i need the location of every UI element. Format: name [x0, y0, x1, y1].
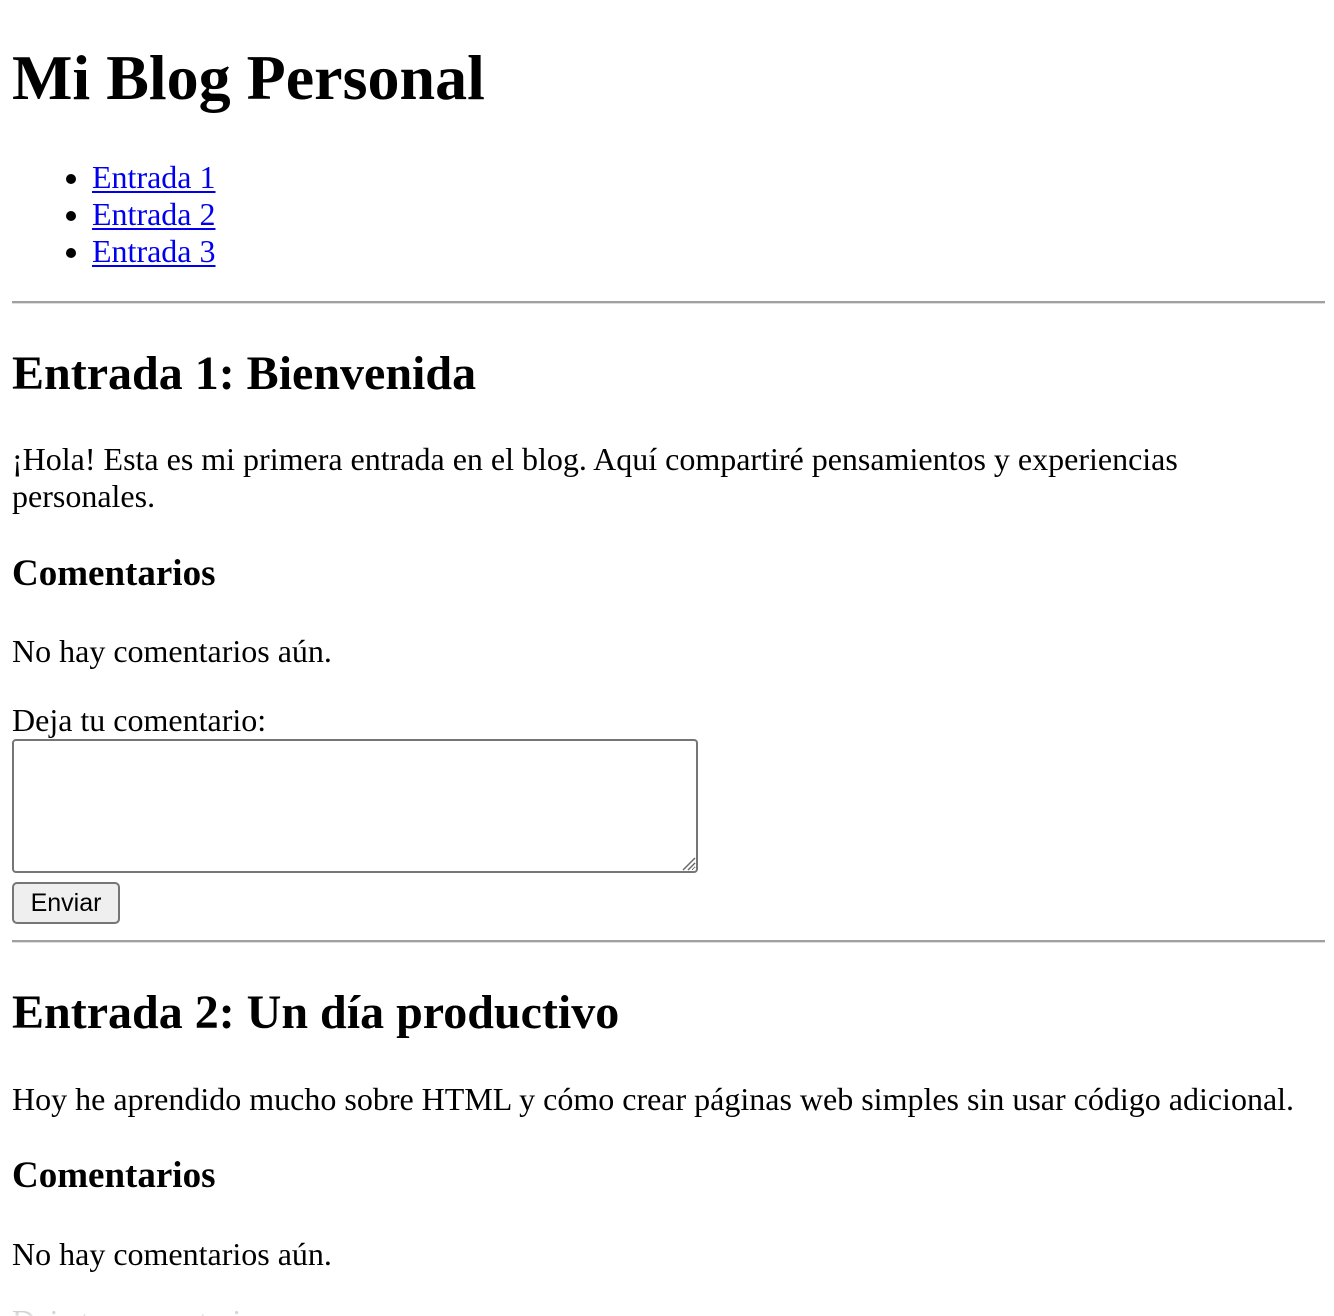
blog-page: Mi Blog Personal Entrada 1 Entrada 2 Ent…: [0, 0, 1334, 1316]
comment-textarea[interactable]: [12, 739, 698, 873]
no-comments-text: No hay comentarios aún.: [12, 1236, 332, 1272]
nav-item: Entrada 2: [92, 196, 216, 233]
nav-link-entrada-1[interactable]: Entrada 1: [92, 159, 216, 195]
no-comments-text: No hay comentarios aún.: [12, 633, 332, 669]
comments-title: Comentarios: [12, 553, 216, 594]
section-divider: [12, 940, 1325, 943]
comment-label: Deja tu comentario:: [12, 1303, 266, 1316]
site-title: Mi Blog Personal: [12, 42, 485, 113]
section-divider: [12, 301, 1325, 304]
entry-text: ¡Hola! Esta es mi primera entrada en el …: [12, 441, 1178, 514]
nav-item: Entrada 3: [92, 233, 216, 270]
entry-nav-list: Entrada 1 Entrada 2 Entrada 3: [0, 159, 216, 270]
comment-label: Deja tu comentario:: [12, 702, 267, 738]
entry-text: Hoy he aprendido mucho sobre HTML y cómo…: [12, 1081, 1295, 1117]
comments-title: Comentarios: [12, 1155, 216, 1196]
submit-comment-button[interactable]: Enviar: [12, 882, 120, 924]
nav-link-entrada-3[interactable]: Entrada 3: [92, 233, 216, 269]
entry-title: Entrada 1: Bienvenida: [12, 347, 477, 400]
nav-link-entrada-2[interactable]: Entrada 2: [92, 196, 216, 232]
entry-title: Entrada 2: Un día productivo: [12, 986, 620, 1039]
nav-item: Entrada 1: [92, 159, 216, 196]
